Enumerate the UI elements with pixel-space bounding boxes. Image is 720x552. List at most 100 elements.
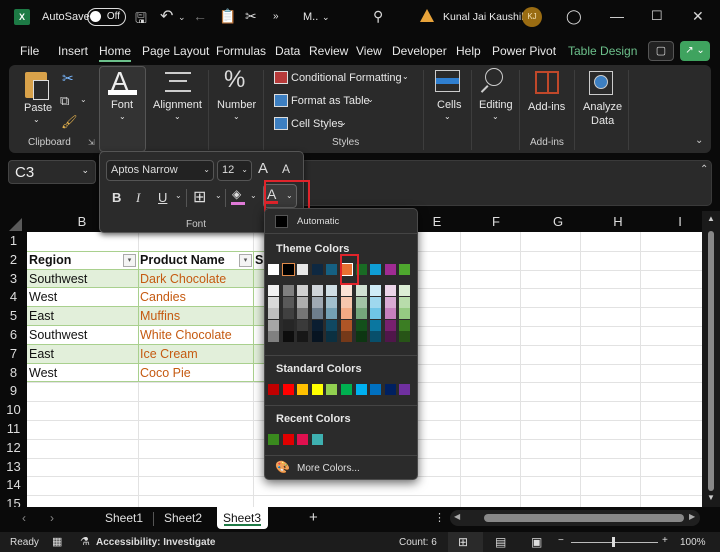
warning-icon[interactable]: [420, 9, 434, 22]
standard-color-swatch[interactable]: [341, 384, 352, 395]
automatic-option[interactable]: Automatic: [297, 216, 339, 227]
table-cell-region[interactable]: West: [27, 288, 138, 307]
theme-shade-swatch[interactable]: [326, 285, 338, 296]
standard-color-swatch[interactable]: [370, 384, 382, 395]
table-header-2[interactable]: Product Name: [138, 251, 253, 270]
table-cell-region[interactable]: Southwest: [27, 270, 138, 289]
underline-button[interactable]: U: [158, 190, 167, 205]
standard-color-swatch[interactable]: [399, 384, 411, 395]
theme-shade-swatch[interactable]: [384, 331, 396, 342]
row-header-9[interactable]: 9: [0, 382, 27, 402]
tab-formulas[interactable]: Formulas: [216, 44, 266, 58]
scroll-down-icon[interactable]: ▼: [707, 493, 715, 502]
theme-shade-swatch[interactable]: [355, 285, 367, 296]
doc-chevron-icon[interactable]: ⌄: [322, 12, 330, 23]
tab-review[interactable]: Review: [309, 44, 348, 58]
theme-shade-swatch[interactable]: [370, 331, 382, 342]
theme-shade-swatch[interactable]: [282, 285, 294, 296]
theme-shade-swatch[interactable]: [282, 296, 294, 308]
table-cell-region[interactable]: East: [27, 345, 138, 364]
cut-icon[interactable]: ✂: [245, 8, 257, 25]
theme-shade-swatch[interactable]: [311, 319, 323, 331]
theme-shade-swatch[interactable]: [297, 285, 309, 296]
cell-styles-button[interactable]: Cell Styles: [291, 118, 343, 130]
theme-shade-swatch[interactable]: [297, 331, 309, 342]
name-box-chevron-icon[interactable]: ⌄: [81, 165, 89, 176]
paste-dropdown-icon[interactable]: ⌄: [33, 115, 40, 124]
undo-icon[interactable]: ↶: [160, 6, 173, 26]
sheet-tab-sheet1[interactable]: Sheet1: [105, 511, 143, 525]
undo-dropdown-icon[interactable]: ⌄: [178, 12, 186, 23]
theme-shade-swatch[interactable]: [297, 319, 309, 331]
tab-file[interactable]: File: [20, 44, 39, 58]
theme-shade-swatch[interactable]: [370, 296, 382, 308]
minimize-icon[interactable]: —: [610, 8, 624, 24]
tab-view[interactable]: View: [356, 44, 382, 58]
macro-record-icon[interactable]: ▦: [52, 535, 62, 548]
theme-shade-swatch[interactable]: [370, 319, 382, 331]
zoom-in-button[interactable]: +: [662, 535, 668, 546]
editing-button[interactable]: Editing: [479, 99, 513, 111]
table-cell-product[interactable]: Coco Pie: [138, 364, 253, 383]
sheet-tab-sheet2[interactable]: Sheet2: [164, 511, 202, 525]
zoom-out-button[interactable]: −: [558, 535, 564, 546]
theme-shade-swatch[interactable]: [282, 319, 294, 331]
tab-power-pivot[interactable]: Power Pivot: [492, 44, 556, 58]
recent-color-swatch[interactable]: [282, 434, 294, 445]
theme-shade-swatch[interactable]: [370, 285, 382, 296]
tab-data[interactable]: Data: [275, 44, 300, 58]
tab-page-layout[interactable]: Page Layout: [142, 44, 209, 58]
theme-shade-swatch[interactable]: [326, 308, 338, 319]
comments-button[interactable]: ▢: [648, 41, 674, 61]
standard-color-swatch[interactable]: [384, 384, 396, 395]
conditional-formatting-button[interactable]: Conditional Formatting: [291, 72, 402, 84]
tab-help[interactable]: Help: [456, 44, 481, 58]
table-cell-product[interactable]: Muffins: [138, 307, 253, 326]
theme-shade-swatch[interactable]: [384, 296, 396, 308]
autosave-toggle[interactable]: Off: [87, 8, 126, 26]
theme-shade-swatch[interactable]: [326, 319, 338, 331]
maximize-icon[interactable]: ☐: [651, 8, 663, 24]
theme-color-swatch[interactable]: [326, 264, 338, 275]
theme-shade-swatch[interactable]: [311, 331, 323, 342]
row-header-6[interactable]: 6: [0, 326, 27, 345]
fat-chevron-icon[interactable]: ⌄: [367, 95, 374, 104]
theme-shade-swatch[interactable]: [355, 319, 367, 331]
decrease-font-size-button[interactable]: A: [282, 162, 290, 176]
theme-color-swatch[interactable]: [297, 264, 309, 275]
row-header-4[interactable]: 4: [0, 288, 27, 308]
clipboard-launcher-icon[interactable]: ⇲: [88, 138, 95, 147]
analyze-data-button[interactable]: Analyze: [583, 101, 622, 113]
copy-icon[interactable]: ⧉: [60, 93, 69, 109]
theme-shade-swatch[interactable]: [399, 296, 411, 308]
theme-color-swatch[interactable]: [370, 264, 382, 275]
standard-color-swatch[interactable]: [297, 384, 309, 395]
theme-shade-swatch[interactable]: [341, 296, 352, 308]
underline-dropdown-icon[interactable]: ⌄: [175, 191, 182, 200]
fill-color-icon[interactable]: ◈: [232, 187, 241, 201]
theme-shade-swatch[interactable]: [399, 308, 411, 319]
theme-shade-swatch[interactable]: [297, 308, 309, 319]
formula-collapse-icon[interactable]: ⌃: [700, 164, 708, 175]
scroll-right-icon[interactable]: ▶: [689, 512, 695, 521]
alignment-chevron-icon[interactable]: ⌄: [174, 112, 181, 121]
lightbulb-icon[interactable]: ◯: [566, 8, 582, 25]
row-header-14[interactable]: 14: [0, 476, 27, 496]
borders-dropdown-icon[interactable]: ⌄: [215, 191, 222, 200]
table-cell-region[interactable]: West: [27, 364, 138, 383]
row-header-13[interactable]: 13: [0, 457, 27, 477]
more-commands-icon[interactable]: »: [273, 11, 279, 22]
avatar[interactable]: KJ: [522, 7, 542, 27]
document-name[interactable]: M..: [303, 11, 318, 23]
theme-shade-swatch[interactable]: [311, 296, 323, 308]
paste-icon[interactable]: 📋: [219, 8, 236, 25]
share-button[interactable]: ↗ ⌄: [680, 41, 710, 61]
vertical-scrollbar[interactable]: ▲ ▼: [702, 211, 720, 507]
theme-shade-swatch[interactable]: [355, 308, 367, 319]
standard-color-swatch[interactable]: [311, 384, 323, 395]
theme-shade-swatch[interactable]: [341, 285, 352, 296]
next-sheet-icon[interactable]: ›: [50, 511, 54, 525]
row-header-8[interactable]: 8: [0, 363, 27, 383]
recent-color-swatch[interactable]: [311, 434, 323, 445]
page-break-view-icon[interactable]: ▣: [531, 535, 542, 549]
